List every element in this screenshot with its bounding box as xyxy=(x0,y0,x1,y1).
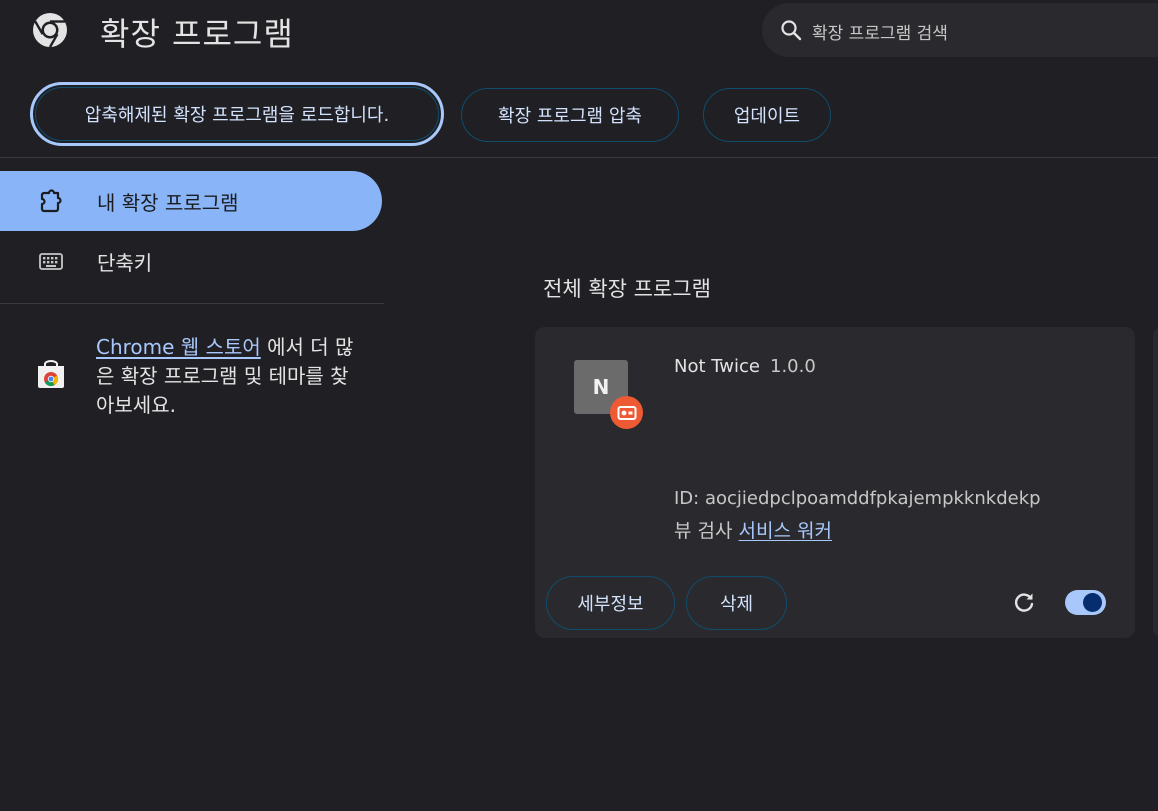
service-worker-link[interactable]: 서비스 워커 xyxy=(739,520,832,542)
keyboard-icon xyxy=(39,253,63,270)
update-button[interactable]: 업데이트 xyxy=(703,88,831,142)
extension-card-partial xyxy=(1153,327,1158,638)
details-button[interactable]: 세부정보 xyxy=(546,576,675,630)
sidebar-item-label: 내 확장 프로그램 xyxy=(97,191,239,215)
web-store-promo: Chrome 웹 스토어 에서 더 많은 확장 프로그램 및 테마를 찾아보세요… xyxy=(96,333,366,420)
header-divider xyxy=(0,157,1158,158)
search-box[interactable]: 확장 프로그램 검색 xyxy=(762,3,1158,57)
page-header: 확장 프로그램 확장 프로그램 검색 xyxy=(0,0,1158,62)
search-icon xyxy=(781,20,802,41)
sidebar-item-label: 단축키 xyxy=(97,251,153,275)
extension-puzzle-icon xyxy=(40,189,62,213)
extension-version: 1.0.0 xyxy=(770,356,816,377)
enable-toggle[interactable] xyxy=(1065,590,1106,615)
section-title: 전체 확장 프로그램 xyxy=(543,277,711,301)
pack-extension-button[interactable]: 확장 프로그램 압축 xyxy=(461,88,679,142)
sidebar-item-shortcuts[interactable]: 단축키 xyxy=(0,231,382,291)
inspect-views: 뷰 검사 서비스 워커 xyxy=(674,516,832,543)
toggle-knob xyxy=(1083,593,1102,612)
extension-name: Not Twice xyxy=(674,356,760,377)
remove-button[interactable]: 삭제 xyxy=(686,576,787,630)
extension-card: N Not Twice 1.0.0 ID: aocjiedpclpoamddfp… xyxy=(535,327,1135,638)
chrome-web-store-link[interactable]: Chrome 웹 스토어 xyxy=(96,335,261,359)
chrome-web-store-icon xyxy=(38,360,64,388)
search-input[interactable]: 확장 프로그램 검색 xyxy=(812,19,948,44)
inspect-views-label: 뷰 검사 xyxy=(674,520,733,542)
reload-icon[interactable] xyxy=(1011,590,1037,616)
unpacked-source-icon xyxy=(610,396,643,429)
extension-id: ID: aocjiedpclpoamddfpkajempkknkdekp xyxy=(674,488,1041,509)
page-title: 확장 프로그램 xyxy=(100,15,294,53)
sidebar-item-my-extensions[interactable]: 내 확장 프로그램 xyxy=(0,171,382,231)
sidebar-divider xyxy=(0,303,384,304)
load-unpacked-button[interactable]: 압축해제된 확장 프로그램을 로드합니다. xyxy=(30,82,444,146)
chrome-logo-icon xyxy=(33,13,67,48)
